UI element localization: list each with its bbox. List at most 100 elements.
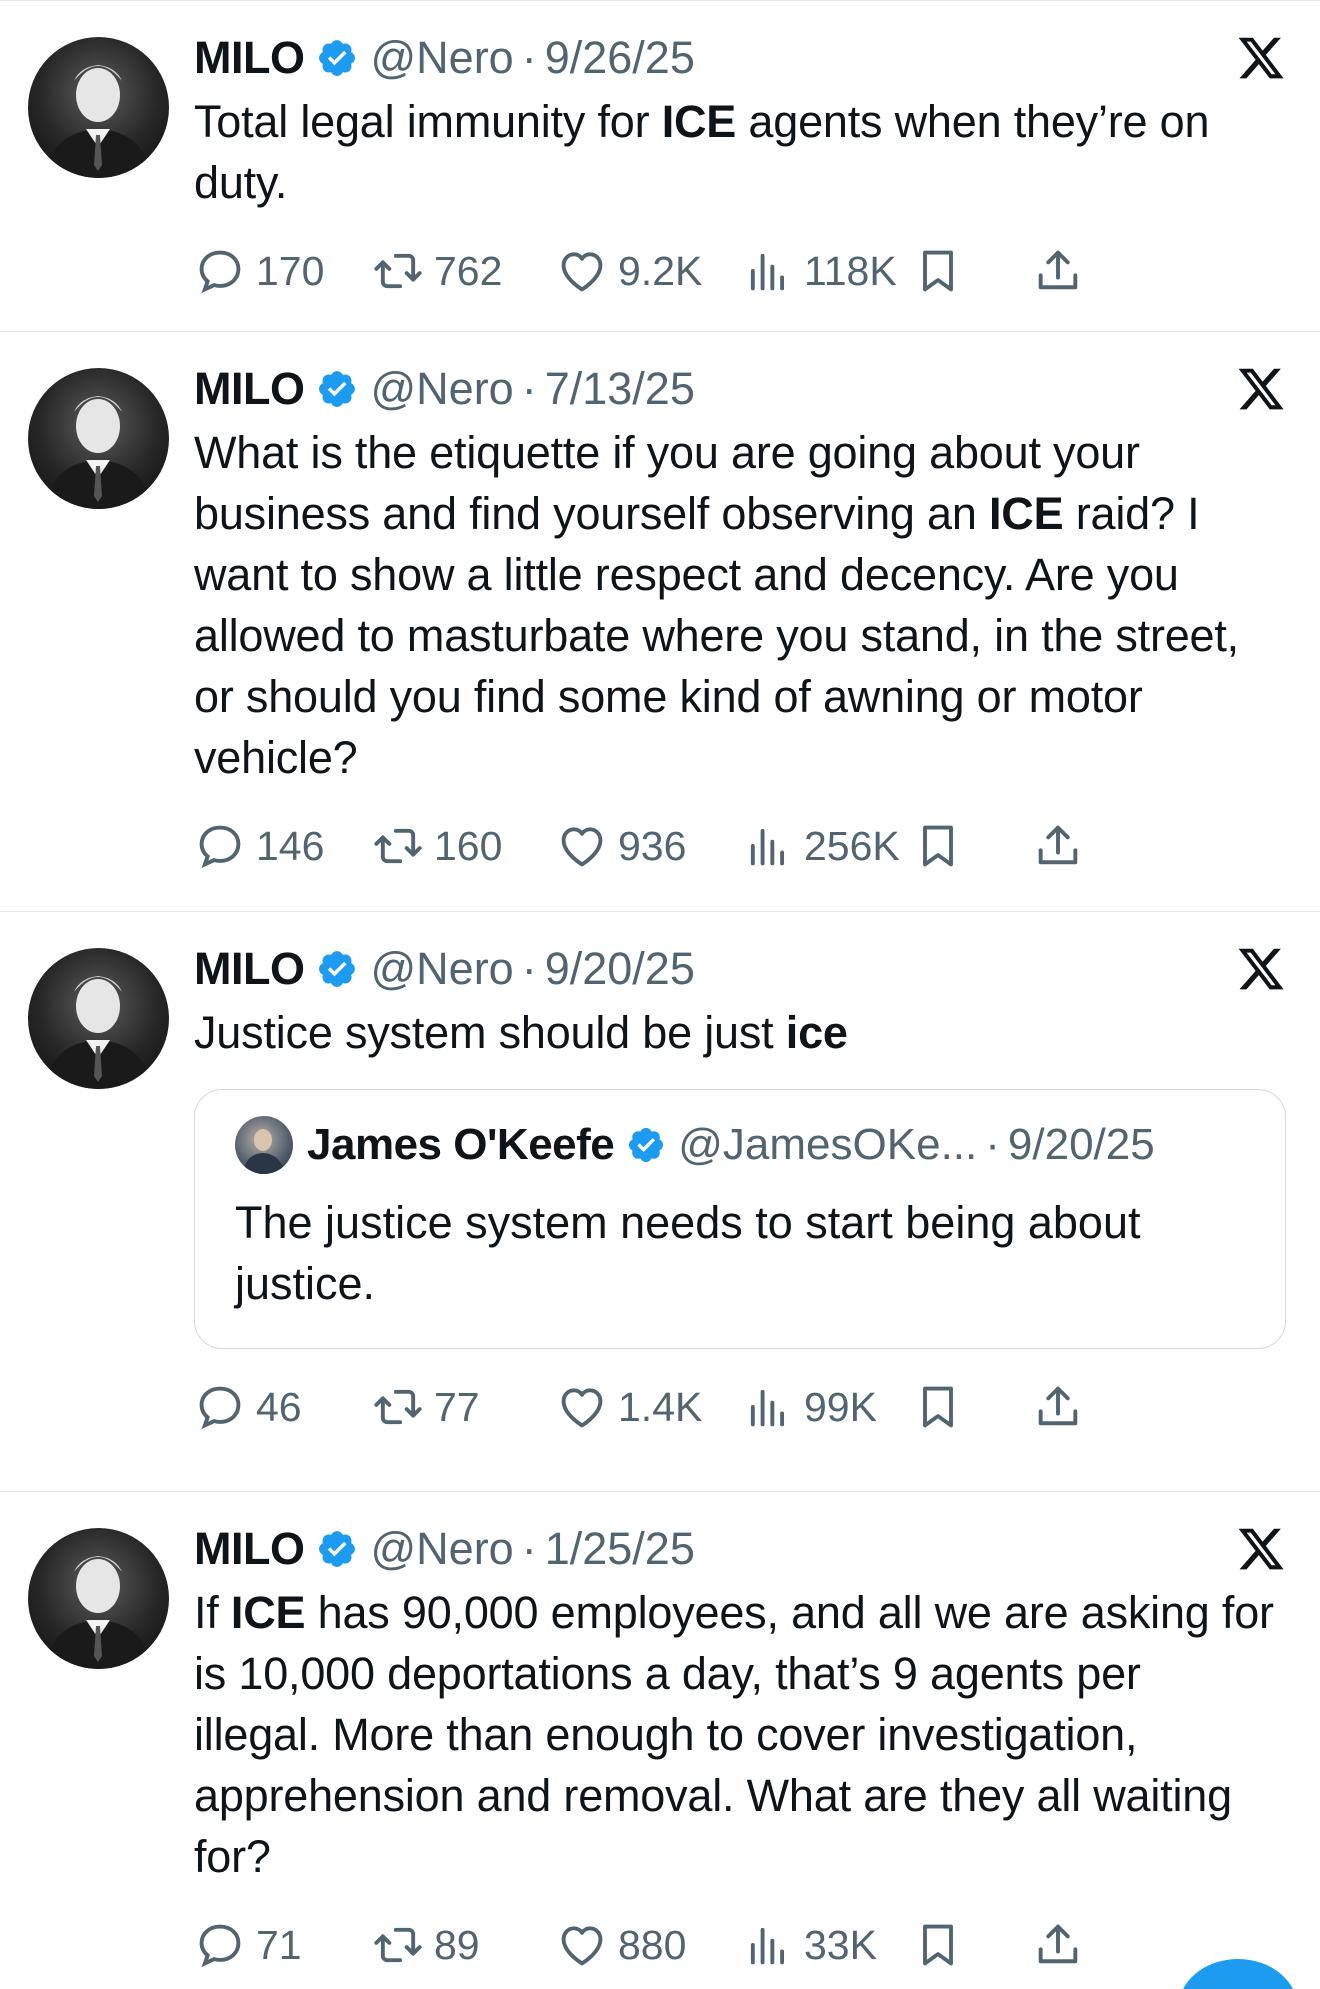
like-count: 1.4K — [618, 1383, 703, 1430]
views-count: 99K — [804, 1383, 877, 1430]
author-name[interactable]: MILO — [194, 360, 305, 418]
tweet[interactable]: MILO @Nero · 7/13/25 What is the etiquet… — [0, 332, 1320, 912]
author-name[interactable]: MILO — [194, 940, 305, 998]
share-icon — [1038, 250, 1078, 290]
avatar[interactable] — [28, 948, 169, 1089]
heart-icon — [561, 827, 603, 867]
action-bar: 146 160 936 256K — [194, 788, 1286, 928]
quoted-author-name[interactable]: James O'Keefe — [307, 1120, 615, 1170]
bookmark-icon — [923, 825, 953, 867]
avatar[interactable] — [28, 1528, 169, 1669]
heart-icon — [561, 1926, 603, 1966]
tweet-date[interactable]: 9/20/25 — [545, 940, 695, 998]
heart-icon — [561, 1388, 603, 1428]
author-name[interactable]: MILO — [194, 1520, 305, 1578]
bookmark-button[interactable] — [912, 1379, 964, 1435]
x-logo-icon — [1238, 1528, 1284, 1570]
quoted-tweet-header: James O'Keefe @JamesOKe... · 9/20/25 — [235, 1116, 1247, 1174]
repost-count: 77 — [434, 1383, 480, 1430]
bookmark-icon — [923, 1386, 953, 1428]
quoted-tweet-date[interactable]: 9/20/25 — [1008, 1120, 1155, 1170]
share-button[interactable] — [1032, 818, 1084, 874]
reply-bubble-icon — [199, 1924, 241, 1968]
tweet-date[interactable]: 9/26/25 — [545, 29, 695, 87]
views-button[interactable]: 99K — [742, 1379, 877, 1435]
reply-bubble-icon — [199, 825, 241, 869]
repost-button[interactable]: 77 — [372, 1379, 480, 1435]
repost-icon — [374, 828, 422, 864]
repost-button[interactable]: 762 — [372, 243, 502, 299]
x-logo-icon — [1238, 37, 1284, 79]
share-icon — [1038, 825, 1078, 865]
like-count: 9.2K — [618, 247, 703, 294]
tweet[interactable]: MILO @Nero · 9/20/25 Justice system shou… — [0, 912, 1320, 1492]
tweet-feed: MILO @Nero · 9/26/25 Total legal immunit… — [0, 0, 1320, 1989]
verified-badge-icon — [319, 1531, 356, 1567]
tweet[interactable]: MILO @Nero · 9/26/25 Total legal immunit… — [0, 0, 1320, 332]
tweet-header: MILO @Nero · 9/20/25 — [194, 940, 1286, 998]
repost-icon — [374, 1389, 422, 1425]
views-bar-icon — [750, 253, 785, 291]
reply-button[interactable]: 71 — [194, 1917, 302, 1973]
tweet[interactable]: MILO @Nero · 1/25/25 If ICE has 90,000 e… — [0, 1492, 1320, 1989]
x-logo-icon — [1238, 948, 1284, 990]
avatar[interactable] — [28, 368, 169, 509]
repost-button[interactable]: 89 — [372, 1917, 480, 1973]
tweet-date[interactable]: 1/25/25 — [545, 1520, 695, 1578]
bookmark-icon — [923, 250, 953, 292]
reply-button[interactable]: 146 — [194, 818, 324, 874]
text-segment-bold: ICE — [230, 1587, 306, 1638]
repost-button[interactable]: 160 — [372, 818, 502, 874]
reply-count: 71 — [256, 1921, 302, 1968]
reply-bubble-icon — [199, 1386, 241, 1430]
separator-dot: · — [521, 1523, 537, 1574]
share-button[interactable] — [1032, 1917, 1084, 1973]
author-handle[interactable]: @Nero — [370, 940, 513, 998]
separator-dot: · — [985, 1120, 1000, 1169]
quoted-avatar[interactable] — [235, 1116, 293, 1174]
avatar[interactable] — [28, 37, 169, 178]
views-button[interactable]: 33K — [742, 1917, 877, 1973]
separator-dot: · — [521, 363, 537, 414]
tweet-date[interactable]: 7/13/25 — [545, 360, 695, 418]
separator-dot: · — [521, 32, 537, 83]
verified-badge-icon — [319, 371, 356, 407]
views-bar-icon — [750, 828, 785, 866]
views-button[interactable]: 118K — [742, 243, 897, 299]
action-bar: 46 77 1.4K 99K — [194, 1349, 1286, 1489]
text-segment: has 90,000 employees, and all we are ask… — [194, 1587, 1274, 1882]
bookmark-button[interactable] — [912, 1917, 964, 1973]
author-handle[interactable]: @Nero — [370, 29, 513, 87]
like-button[interactable]: 9.2K — [556, 243, 702, 299]
like-button[interactable]: 936 — [556, 818, 686, 874]
tweet-header: MILO @Nero · 9/26/25 — [194, 29, 1286, 87]
author-name[interactable]: MILO — [194, 29, 305, 87]
tweet-header: MILO @Nero · 1/25/25 — [194, 1520, 1286, 1578]
reply-count: 46 — [256, 1383, 302, 1430]
x-logo-icon — [1238, 368, 1284, 410]
author-handle[interactable]: @Nero — [370, 360, 513, 418]
quoted-author-handle[interactable]: @JamesOKe... — [678, 1120, 977, 1170]
tweet-text: What is the etiquette if you are going a… — [194, 422, 1286, 788]
like-button[interactable]: 1.4K — [556, 1379, 702, 1435]
text-segment: Justice system should be just — [194, 1007, 786, 1058]
quoted-tweet[interactable]: James O'Keefe @JamesOKe... · 9/20/25 The… — [194, 1089, 1286, 1349]
like-button[interactable]: 880 — [556, 1917, 686, 1973]
repost-count: 762 — [434, 247, 503, 294]
bookmark-button[interactable] — [912, 243, 964, 299]
reply-button[interactable]: 46 — [194, 1379, 302, 1435]
text-segment: Total legal immunity for — [194, 96, 662, 147]
views-count: 33K — [804, 1921, 877, 1968]
share-button[interactable] — [1032, 1379, 1084, 1435]
like-count: 936 — [618, 822, 687, 869]
views-button[interactable]: 256K — [742, 818, 900, 874]
views-count: 118K — [804, 247, 897, 294]
separator-dot: · — [521, 943, 537, 994]
bookmark-button[interactable] — [912, 818, 964, 874]
repost-icon — [374, 1927, 422, 1963]
reply-button[interactable]: 170 — [194, 243, 324, 299]
text-segment: If — [194, 1587, 231, 1638]
author-handle[interactable]: @Nero — [370, 1520, 513, 1578]
views-bar-icon — [750, 1927, 785, 1965]
share-button[interactable] — [1032, 243, 1084, 299]
